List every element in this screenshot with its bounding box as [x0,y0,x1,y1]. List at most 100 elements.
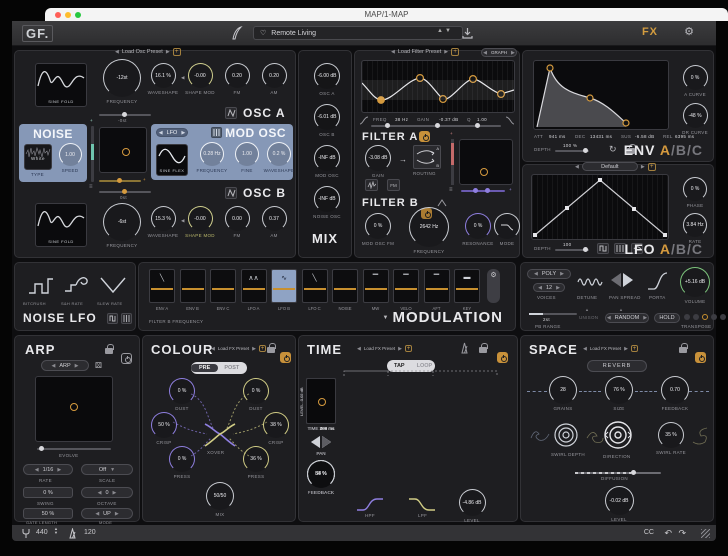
preset-selector[interactable]: ♡ Remote Living [253,26,463,40]
arp-gate-field[interactable]: 50 % [23,508,73,519]
noise-lfo-sync-icon[interactable] [107,313,118,324]
noise-speed-knob[interactable]: 1.00 SPEED [57,143,83,173]
menu-icon[interactable]: ≡ [89,184,93,190]
favorite-heart-icon[interactable]: ♡ [260,29,266,37]
pre-option[interactable]: PRE [191,364,218,372]
arp-rate-selector[interactable]: ◀1/16▶ [23,464,73,475]
mod-slot[interactable]: ╲ LFO C [302,269,328,311]
lfo-sync-icon[interactable] [597,243,609,254]
time-level-knob[interactable]: -4.86 dB LEVEL [455,489,489,523]
preset-prev-icon[interactable]: ▲ [437,28,445,34]
lpf-icon[interactable] [407,496,437,512]
mod-slot[interactable]: ▔ AFT [424,269,450,311]
arp-dice-icon[interactable]: ⚄ [95,361,102,370]
time-power-button[interactable] [497,352,508,363]
menu-icon2[interactable]: ≡ [449,187,453,193]
mod-osc-fine-knob[interactable]: 1.00 FINE [232,142,262,173]
tempo-metronome-icon[interactable] [68,528,77,539]
time-sync-metronome-icon[interactable] [459,342,470,354]
mix-mod-osc-knob[interactable]: -INF dB MOD OSC [312,145,342,178]
filter-b-mode-knob[interactable]: MODE [493,213,521,246]
slew-rate-icon[interactable] [99,271,127,299]
env-decay-curve-knob[interactable]: -48 % DR CURVE [679,103,711,135]
lfo-graph[interactable] [531,174,669,240]
save-filter-preset-icon[interactable]: + [451,48,459,56]
osc-mix-vertical-slider[interactable]: + [91,126,94,182]
osc-b-fm-knob[interactable]: 0.00 FM [223,206,251,238]
mod-slot[interactable]: ENV C [210,269,236,311]
arp-swing-field[interactable]: 0 % [23,487,73,498]
colour-right-press-knob[interactable]: 36 % PRESS [241,446,271,479]
redo-icon[interactable]: ↷ [678,528,686,539]
mod-slot[interactable]: ∧∧ LFO A [241,269,267,311]
lfo-rate-knob[interactable]: 3.84 Hz RATE [679,213,711,244]
modulation-title-row[interactable]: ▼ MODULATION [383,309,504,326]
colour-right-dust-knob[interactable]: 0 % DUST [241,378,271,411]
noise-type-display[interactable]: White [24,144,52,170]
settings-gear-icon[interactable]: ⚙ [684,25,694,38]
tap-pan-icon[interactable] [311,435,331,449]
swirl-depth-icon[interactable] [551,420,581,450]
transpose-dots[interactable] [684,314,726,320]
voices-count-selector[interactable]: ◀12▶ [533,283,565,292]
mod-slot[interactable]: ▬ KEY [454,269,480,311]
space-level-knob[interactable]: -0.02 dB LEVEL [601,486,637,522]
colour-left-dust-knob[interactable]: 0 % DUST [167,378,197,411]
mod-slot[interactable]: NOISE [332,269,358,311]
mod-slot[interactable]: ENV B [180,269,206,311]
osc-a-shapemod-knob[interactable]: -0.00 SHAPE MOD [186,63,214,95]
osc-a-am-knob[interactable]: 0.20 AM [260,63,288,95]
mod-osc-mode-selector[interactable]: ◀LFO▶ [156,128,188,137]
mod-osc-wave-display[interactable]: SINE FLEX [156,144,188,176]
osc-a-waveshape-knob[interactable]: 16.1 % WAVESHAPE [149,63,177,95]
pb-range-slider[interactable] [529,313,577,315]
mod-slot[interactable]: ╲ ENV A [149,269,175,311]
time-preset-selector[interactable]: ◀Load FX Preset▶ + [357,345,412,352]
tuning-fork-icon[interactable] [22,528,30,539]
graph-view-selector[interactable]: ◀GRAPH▶ [481,48,517,57]
mod-slot[interactable]: ▔ MW [363,269,389,311]
cc-button[interactable]: CC [644,529,654,536]
hpf-icon[interactable] [355,496,385,512]
highpass-icon[interactable] [359,116,369,125]
filter-b-resonance-knob[interactable]: 0 % RESONANCE [461,213,495,246]
env-attack-curve-knob[interactable]: 0 % A CURVE [679,65,711,97]
osc-b-waveshape-knob[interactable]: 15.3 % WAVESHAPE [149,206,177,238]
mod-osc-frequency-knob[interactable]: 0.28 Hz FREQUENCY [197,142,227,173]
osc-b-shapemod-knob[interactable]: -0.00 SHAPE MOD [186,206,214,238]
env-graph[interactable] [533,60,669,130]
diffusion-slider[interactable] [575,472,661,474]
filter-fm-icon[interactable]: FM [387,179,400,191]
bitcrush-icon[interactable] [27,271,55,299]
filter-xy-h-slider[interactable]: + [461,190,505,192]
arp-octave-selector[interactable]: ◀0▶ [81,487,133,498]
mix-osc-b-knob[interactable]: -6.01 dB OSC B [312,104,342,137]
tempo-value[interactable]: 120 [84,529,96,536]
noise-lfo-keys-icon[interactable] [121,313,132,324]
osc-xy-h-slider[interactable] [99,180,141,182]
space-size-knob[interactable]: 76 % SIZE [603,376,635,411]
filter-routing-button[interactable]: A B [413,145,441,169]
colour-right-crisp-knob[interactable]: 38 % CRISP [261,412,291,445]
colour-mix-knob[interactable]: 50/50 MIX [203,482,237,517]
arp-xy-pad[interactable] [35,376,113,442]
save-preset-icon[interactable] [462,27,473,39]
colour-preset-selector[interactable]: ◀Load FX Preset▶ + [211,345,266,352]
undo-icon[interactable]: ↶ [664,528,672,539]
arp-lock-icon[interactable] [105,348,113,354]
osc-b-tune-slider[interactable] [99,191,151,193]
volume-knob[interactable]: +5.16 dB VOLUME [677,267,713,304]
arp-type-selector[interactable]: ◀ARP▶ [41,360,89,371]
tap-option[interactable]: TAP [387,362,412,370]
mix-noise-osc-knob[interactable]: -INF dB NOISE OSC [312,186,342,219]
lfo-preset-selector[interactable]: ◀ Default ▶ + [575,162,656,171]
detune-icon[interactable] [577,275,603,289]
time-tap-loop-toggle[interactable]: TAP LOOP [387,360,435,372]
osc-xy-pad[interactable] [99,127,147,173]
lowpass-icon[interactable] [505,116,515,125]
hold-button[interactable]: HOLD [654,313,680,323]
save-lfo-preset-icon[interactable]: + [648,163,656,171]
filter-b-frequency-knob[interactable]: 2642 Hz FREQUENCY [407,207,451,254]
mod-settings-gear-icon[interactable]: ⚙ [487,269,500,303]
osc-a-tune-slider[interactable] [99,114,151,116]
